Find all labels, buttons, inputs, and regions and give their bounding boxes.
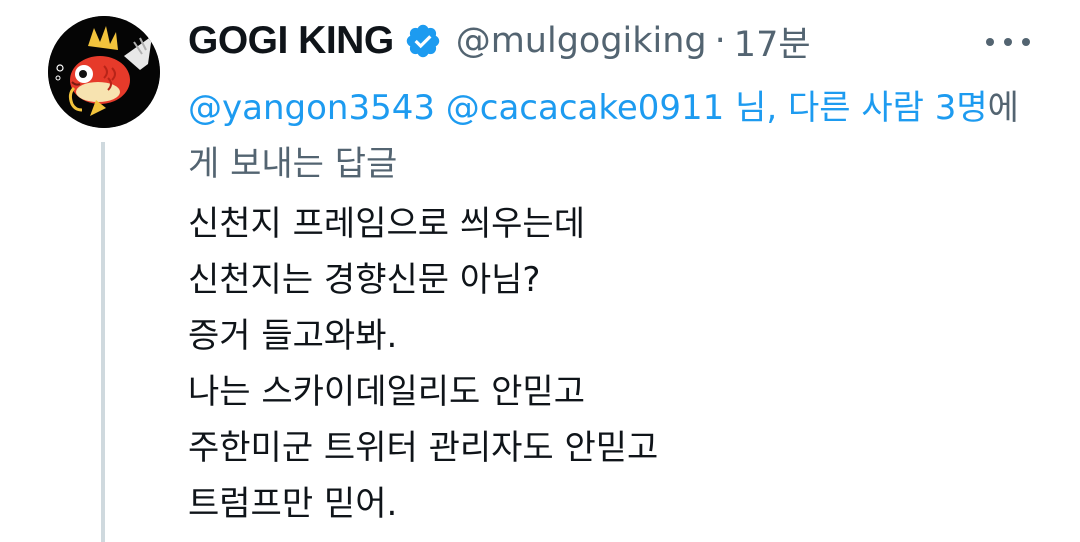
more-options-icon[interactable] <box>986 34 1030 50</box>
tweet-line: 신천지 프레임으로 씌우는데 <box>188 204 585 244</box>
mention-link[interactable]: @yangon3543 <box>188 88 435 128</box>
tweet-line: 신천지는 경향신문 아님? <box>188 260 541 300</box>
tweet-line: 나는 스카이데일리도 안믿고 <box>188 372 585 412</box>
more-dot <box>986 38 994 46</box>
more-dot <box>1022 38 1030 46</box>
more-dot <box>1004 38 1012 46</box>
tweet-line: 주한미군 트위터 관리자도 안믿고 <box>188 428 659 468</box>
avatar[interactable] <box>48 16 160 128</box>
reply-context: @yangon3543 @cacacake0911 님, 다른 사람 3명에게 … <box>188 80 1048 192</box>
tweet-line: 증거 들고와봐. <box>188 316 398 356</box>
author-name[interactable]: GOGI KING <box>188 19 394 63</box>
author-handle[interactable]: @mulgogiking <box>456 21 707 61</box>
tweet-body: 신천지 프레임으로 씌우는데 신천지는 경향신문 아님? 증거 들고와봐. 나는… <box>188 196 1048 532</box>
tweet-line: 트럼프만 믿어. <box>188 484 398 524</box>
tweet: GOGI KING @mulgogiking · 17분 @yangon3543… <box>0 0 1080 542</box>
separator-dot: · <box>714 21 726 61</box>
thread-line <box>101 142 105 542</box>
others-link[interactable]: 님, 다른 사람 3명 <box>735 88 988 128</box>
verified-badge-icon <box>404 22 442 60</box>
tweet-timestamp[interactable]: 17분 <box>734 16 811 67</box>
tweet-header: GOGI KING @mulgogiking · 17분 <box>188 16 811 66</box>
fish-avatar-icon <box>48 16 160 128</box>
mention-link[interactable]: @cacacake0911 <box>446 88 725 128</box>
